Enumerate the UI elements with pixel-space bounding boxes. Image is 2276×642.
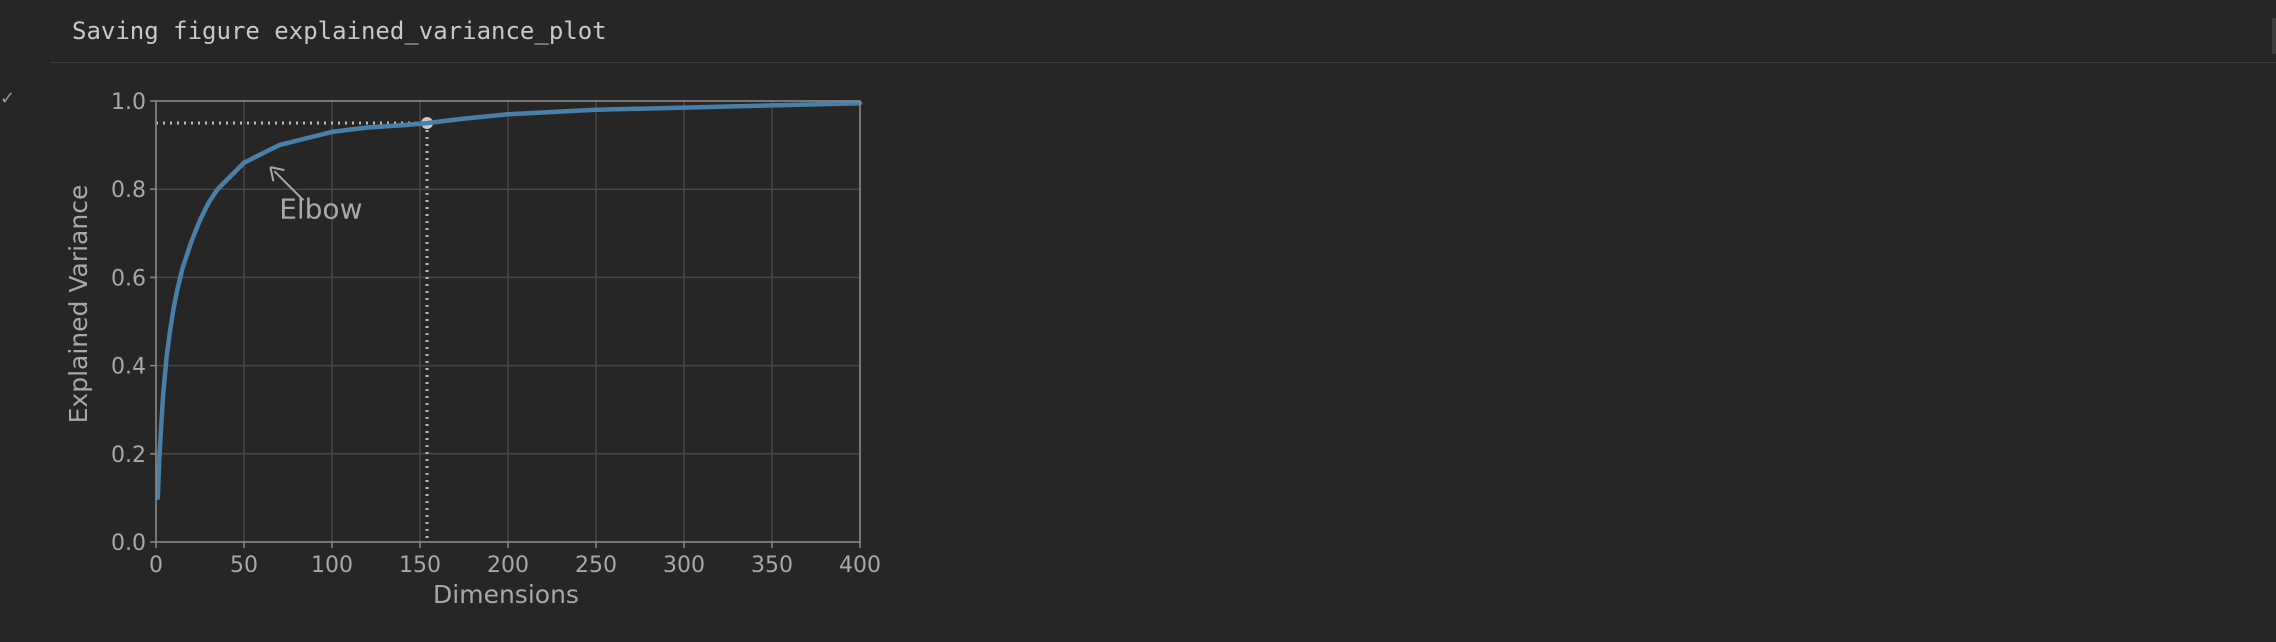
y-tick-label: 0.6 bbox=[111, 266, 146, 291]
annotations: Elbow bbox=[269, 166, 362, 225]
x-tick-label: 0 bbox=[149, 553, 163, 578]
scrollbar-marker[interactable] bbox=[2272, 18, 2276, 54]
chart-svg: 0 50 100 150 200 250 300 350 400 0.0 0.2 0.4 0.6 0.8 1… bbox=[64, 90, 881, 609]
x-tick-label: 100 bbox=[311, 553, 353, 578]
elbow-annotation: Elbow bbox=[279, 192, 362, 225]
x-tick-label: 350 bbox=[751, 553, 793, 578]
x-tick-label: 50 bbox=[230, 553, 258, 578]
x-tick-label: 200 bbox=[487, 553, 529, 578]
y-axis-label: Explained Variance bbox=[64, 185, 93, 424]
axes bbox=[150, 100, 861, 548]
cell-gutter: ✓ bbox=[0, 0, 50, 642]
x-tick-label: 300 bbox=[663, 553, 705, 578]
tick-labels: 0 50 100 150 200 250 300 350 400 0.0 0.2 0.4 0.6 0.8 1… bbox=[111, 90, 881, 578]
y-tick-label: 0.8 bbox=[111, 178, 146, 203]
x-axis-label: Dimensions bbox=[433, 580, 579, 609]
cell-output-header: Saving figure explained_variance_plot bbox=[50, 0, 2276, 63]
check-icon: ✓ bbox=[0, 88, 16, 109]
y-tick-label: 0.0 bbox=[111, 531, 146, 556]
output-text: Saving figure explained_variance_plot bbox=[72, 17, 607, 45]
y-tick-label: 0.4 bbox=[111, 355, 146, 380]
x-tick-label: 150 bbox=[399, 553, 441, 578]
x-tick-label: 400 bbox=[839, 553, 881, 578]
series bbox=[155, 100, 863, 501]
variance-curve bbox=[155, 100, 863, 501]
grid bbox=[155, 100, 861, 543]
y-tick-label: 0.2 bbox=[111, 443, 146, 468]
reference-lines bbox=[156, 117, 434, 542]
y-tick-label: 1.0 bbox=[111, 90, 146, 115]
x-tick-label: 250 bbox=[575, 553, 617, 578]
explained-variance-plot: 0 50 100 150 200 250 300 350 400 0.0 0.2 0.4 0.6 0.8 1… bbox=[60, 80, 900, 625]
